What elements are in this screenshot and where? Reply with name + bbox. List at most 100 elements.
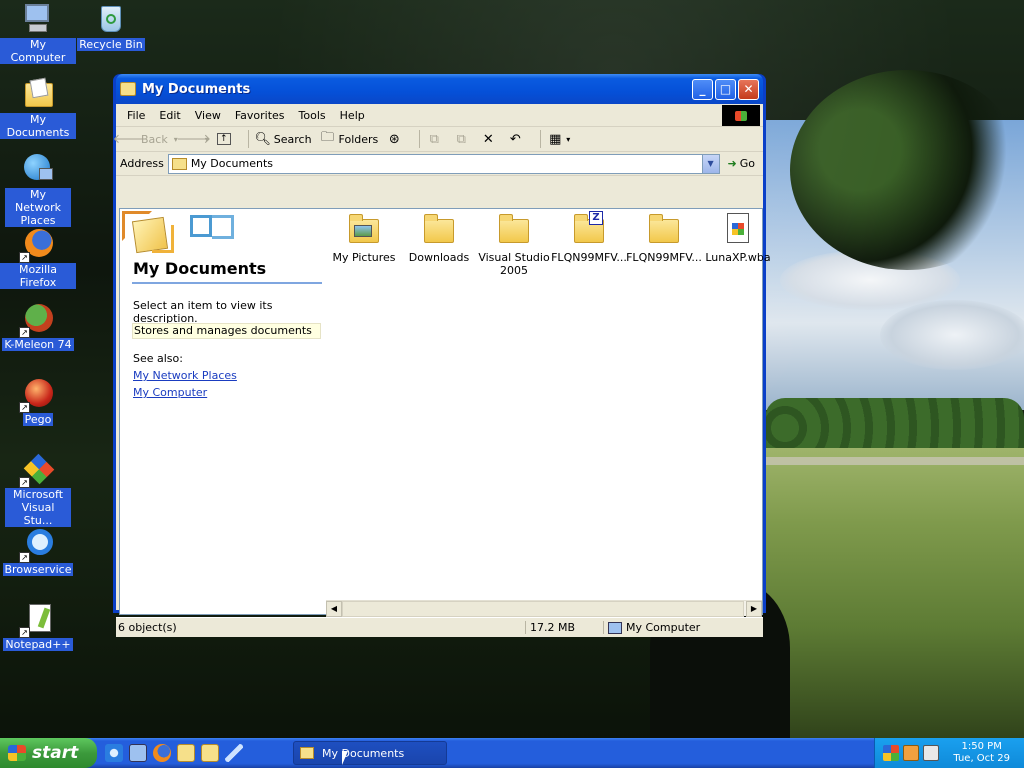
- copy-to-icon: ⧉: [456, 131, 466, 147]
- globe-sync-icon: ⊛: [388, 131, 400, 147]
- clock[interactable]: 1:50 PM Tue, Oct 29: [953, 741, 1010, 765]
- go-arrow-icon: ➜: [727, 157, 737, 170]
- folder-icon: [647, 213, 681, 245]
- menu-tools[interactable]: Tools: [292, 109, 333, 122]
- menu-favorites[interactable]: Favorites: [228, 109, 292, 122]
- file-name: FLQN99MFV...: [626, 251, 702, 264]
- show-desktop-icon[interactable]: [129, 744, 147, 762]
- close-button[interactable]: ✕: [738, 78, 759, 100]
- back-arrow-icon: 🡐: [112, 132, 148, 147]
- back-button[interactable]: 🡐 Back ▾: [112, 131, 178, 147]
- network-places-icon: [21, 152, 55, 186]
- file-item[interactable]: Downloads: [401, 209, 477, 264]
- move-to-button[interactable]: ⧉: [426, 131, 445, 147]
- link-my-network-places[interactable]: My Network Places: [133, 369, 237, 382]
- desktop-icon-my-documents[interactable]: My Documents: [0, 77, 76, 139]
- window-titlebar[interactable]: My Documents _ □ ✕: [116, 74, 763, 104]
- messenger-icon[interactable]: [225, 744, 243, 762]
- file-item[interactable]: My Pictures: [326, 209, 402, 264]
- link-my-computer[interactable]: My Computer: [133, 386, 207, 399]
- file-item[interactable]: FLQN99MFV...: [626, 209, 702, 264]
- folders-label: Folders: [338, 132, 379, 146]
- address-value: My Documents: [190, 157, 274, 170]
- menu-edit[interactable]: Edit: [152, 109, 187, 122]
- folder-icon: [497, 213, 531, 245]
- scroll-right-button[interactable]: ▶: [746, 601, 762, 617]
- maximize-button[interactable]: □: [715, 78, 736, 100]
- menu-bar: File Edit View Favorites Tools Help: [116, 104, 763, 127]
- search-button[interactable]: 🔍︎ Search: [255, 131, 312, 147]
- standard-toolbar: 🡐 Back ▾ 🡒 ▾ ↑ 🔍︎ Search 🗀 Folders ⊛ ⧉ ⧉…: [112, 127, 763, 152]
- file-item[interactable]: Z FLQN99MFV...: [551, 209, 627, 264]
- folder-icon: [120, 82, 136, 96]
- explorer-window: My Documents _ □ ✕ File Edit View Favori…: [112, 74, 771, 637]
- firefox-icon: ↗: [19, 227, 55, 263]
- scroll-thumb[interactable]: [342, 601, 744, 617]
- status-bar: 6 object(s) 17.2 MB My Computer: [116, 617, 763, 637]
- my-computer-icon: [21, 2, 55, 36]
- desktop-icon-k-meleon[interactable]: ↗ K-Meleon 74: [0, 302, 76, 351]
- internet-explorer-icon: ↗: [19, 527, 55, 563]
- folder-up-icon: ↑: [216, 133, 231, 145]
- my-computer-icon: [608, 621, 622, 634]
- tray-network-icon[interactable]: [923, 745, 939, 761]
- file-item[interactable]: LunaXP.wba: [700, 209, 776, 264]
- copy-to-button[interactable]: ⧉: [453, 131, 472, 147]
- status-location: My Computer: [604, 621, 763, 634]
- tray-update-icon[interactable]: [903, 745, 919, 761]
- desktop-icon-browservice[interactable]: ↗ Browservice: [0, 527, 76, 576]
- desktop-icon-label: Browservice: [2, 563, 74, 576]
- folders-button[interactable]: 🗀 Folders: [320, 130, 379, 147]
- desktop-icon-label: Recycle Bin: [77, 38, 145, 51]
- address-dropdown-button[interactable]: ▼: [701, 154, 719, 173]
- minimize-icon: _: [699, 82, 706, 96]
- shortcut-arrow-icon: ↗: [19, 402, 30, 413]
- taskbar-task-label: My Documents: [322, 746, 405, 760]
- toolbar-separator: [540, 130, 542, 148]
- dropdown-arrow-icon: ▾: [204, 134, 209, 144]
- desktop-icon-mozilla-firefox[interactable]: ↗ Mozilla Firefox: [0, 227, 76, 289]
- clock-time: 1:50 PM: [961, 741, 1002, 752]
- minimize-button[interactable]: _: [692, 78, 713, 100]
- horizontal-scrollbar[interactable]: ◀ ▶: [326, 600, 762, 617]
- mail-icon[interactable]: [177, 744, 195, 762]
- mouse-pointer-icon: [342, 751, 348, 765]
- file-name: My Pictures: [332, 251, 396, 264]
- delete-button[interactable]: ✕: [480, 131, 499, 147]
- status-size: 17.2 MB: [526, 621, 604, 634]
- menu-file[interactable]: File: [120, 109, 152, 122]
- pego-icon: ↗: [19, 377, 55, 413]
- go-button[interactable]: ➜ Go: [724, 157, 759, 170]
- desktop-icon-label: K-Meleon 74: [2, 338, 74, 351]
- internet-explorer-icon[interactable]: [105, 744, 123, 762]
- task-pane-divider: [132, 282, 322, 284]
- forward-button[interactable]: 🡒 ▾: [176, 131, 211, 147]
- menu-help[interactable]: Help: [333, 109, 372, 122]
- my-documents-banner-icon: [122, 211, 240, 256]
- start-button[interactable]: start: [0, 738, 97, 768]
- file-name: Visual Studio 2005: [478, 251, 550, 277]
- explorer-icon[interactable]: [201, 744, 219, 762]
- desktop-icon-pego[interactable]: ↗ Pego: [0, 377, 76, 426]
- file-name: Downloads: [408, 251, 470, 264]
- sync-button[interactable]: ⊛: [386, 131, 405, 147]
- back-label: Back: [141, 132, 168, 146]
- views-button[interactable]: ▦ ▾: [547, 131, 570, 147]
- scroll-left-button[interactable]: ◀: [326, 601, 342, 617]
- desktop-icon-visual-studio[interactable]: ↗ Microsoft Visual Stu...: [0, 452, 76, 527]
- address-field[interactable]: My Documents ▼: [167, 153, 720, 174]
- up-folder-button[interactable]: ↑: [216, 133, 234, 145]
- firefox-icon[interactable]: [153, 744, 171, 762]
- taskbar-task-my-documents[interactable]: My Documents: [293, 741, 447, 765]
- desktop-icon-label: Microsoft Visual Stu...: [5, 488, 71, 527]
- menu-view[interactable]: View: [188, 109, 228, 122]
- tray-app-icon[interactable]: [883, 745, 899, 761]
- desktop-icon-recycle-bin[interactable]: Recycle Bin: [73, 2, 149, 51]
- desktop-icon-label: Pego: [22, 413, 54, 426]
- file-item[interactable]: Visual Studio 2005: [476, 209, 552, 277]
- folder-icon: [171, 157, 187, 170]
- desktop-icon-my-computer[interactable]: My Computer: [0, 2, 76, 64]
- undo-button[interactable]: ↶: [507, 131, 526, 147]
- desktop-icon-notepad-plus-plus[interactable]: ↗ Notepad++: [0, 602, 76, 651]
- desktop-icon-my-network-places[interactable]: My Network Places: [0, 152, 76, 227]
